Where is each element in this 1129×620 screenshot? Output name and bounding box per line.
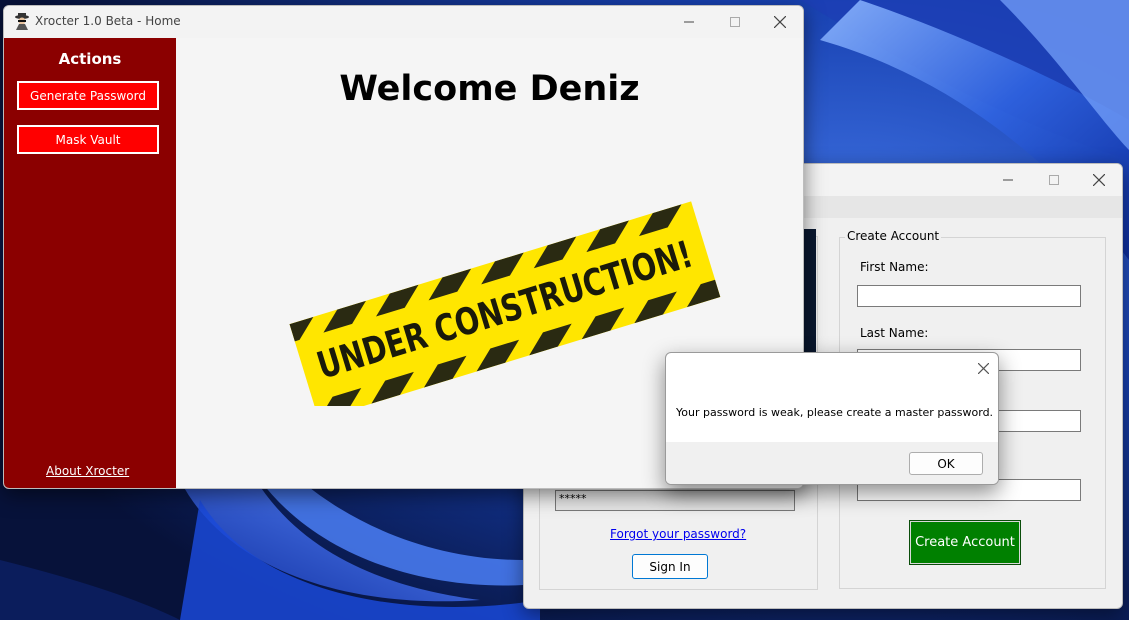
- about-link[interactable]: About Xrocter: [46, 464, 129, 478]
- mask-vault-button[interactable]: Mask Vault: [17, 125, 159, 154]
- password-field[interactable]: *****: [555, 490, 795, 511]
- spy-icon: [15, 13, 29, 30]
- minimize-button[interactable]: [985, 164, 1031, 196]
- home-window-titlebar: Xrocter 1.0 Beta - Home: [4, 6, 803, 38]
- actions-sidebar: Actions Generate Password Mask Vault Abo…: [4, 38, 176, 488]
- create-account-button[interactable]: Create Account: [909, 520, 1021, 565]
- maximize-button[interactable]: [1031, 164, 1077, 196]
- message-dialog: Your password is weak, please create a m…: [665, 352, 999, 485]
- window-title: Xrocter 1.0 Beta - Home: [35, 14, 181, 28]
- maximize-icon: [1049, 175, 1059, 185]
- minimize-icon: [684, 21, 694, 23]
- maximize-button[interactable]: [712, 6, 758, 38]
- dialog-footer: OK: [666, 442, 998, 484]
- close-icon: [774, 16, 786, 28]
- close-button[interactable]: [757, 6, 803, 38]
- sign-in-image: [802, 229, 816, 356]
- actions-heading: Actions: [58, 50, 122, 68]
- ok-button[interactable]: OK: [909, 452, 983, 475]
- sign-in-button[interactable]: Sign In: [632, 554, 708, 579]
- close-button[interactable]: [1076, 164, 1122, 196]
- welcome-heading: Welcome Deniz: [339, 69, 640, 109]
- close-icon: [977, 362, 989, 374]
- generate-password-button[interactable]: Generate Password: [17, 81, 159, 110]
- create-account-legend: Create Account: [845, 229, 942, 243]
- close-icon: [1093, 174, 1105, 186]
- first-name-field[interactable]: [857, 285, 1081, 307]
- first-name-label: First Name:: [860, 260, 929, 274]
- minimize-icon: [1003, 179, 1013, 181]
- last-name-label: Last Name:: [860, 326, 929, 340]
- forgot-password-link[interactable]: Forgot your password?: [610, 527, 746, 541]
- dialog-message: Your password is weak, please create a m…: [676, 406, 994, 419]
- dialog-close-button[interactable]: [968, 353, 998, 383]
- minimize-button[interactable]: [666, 6, 712, 38]
- maximize-icon: [730, 17, 740, 27]
